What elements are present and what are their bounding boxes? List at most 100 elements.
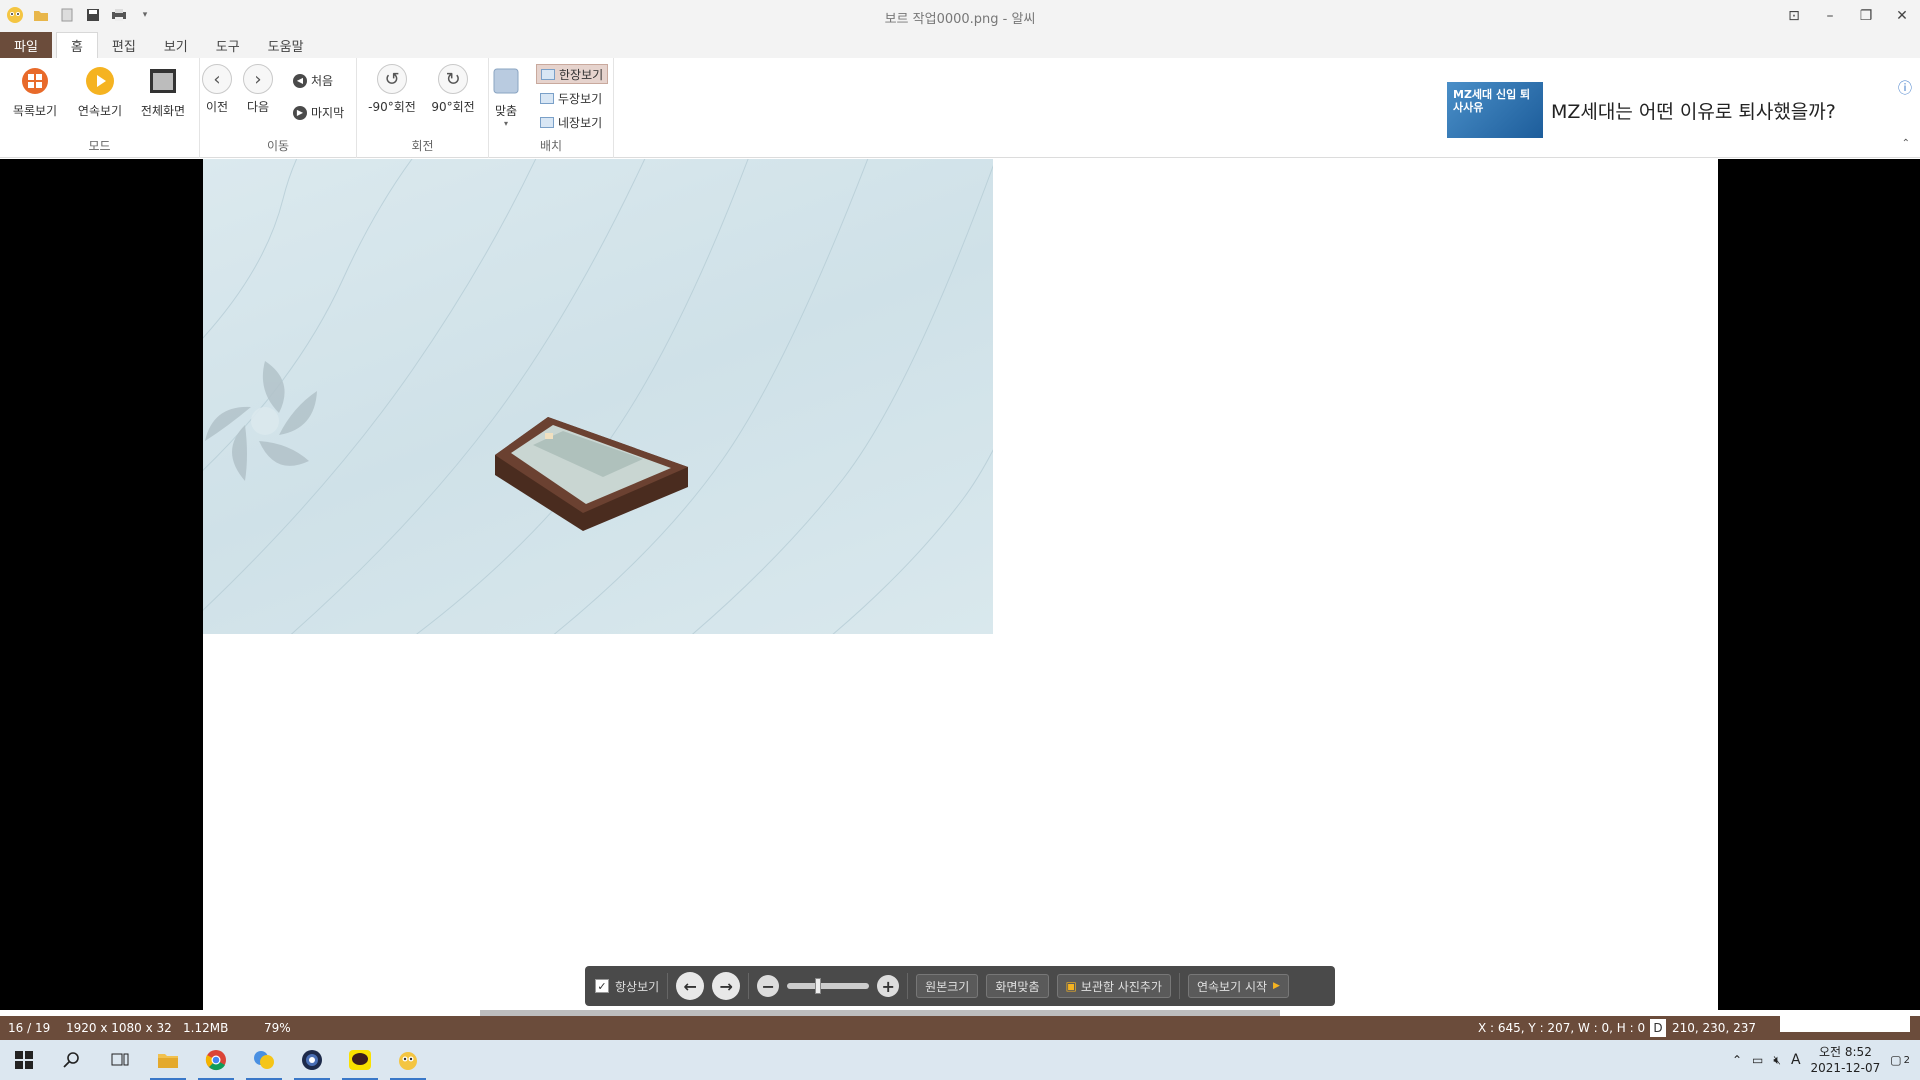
group-move: ‹ 이전 › 다음 ◀ 처음 ▶ 마지막 이동 <box>200 58 357 158</box>
clock[interactable]: 오전 8:52 2021-12-07 <box>1811 1044 1881 1076</box>
tab-home[interactable]: 홈 <box>55 32 98 58</box>
single-view-icon <box>541 68 555 80</box>
layout-two-button[interactable]: 두장보기 <box>536 88 608 108</box>
layout-one-button[interactable]: 한장보기 <box>536 64 608 84</box>
start-button[interactable] <box>0 1040 48 1080</box>
first-button[interactable]: ◀ 처음 <box>293 72 333 89</box>
list-view-icon <box>18 64 52 98</box>
floating-toolbar: ✓ 항상보기 ← → − + 원본크기 화면맞춤 ▣ 보관함 사진추가 연속보기… <box>585 966 1335 1006</box>
zoom-slider-thumb[interactable] <box>815 978 822 994</box>
chat-bubbles-icon <box>254 1051 274 1069</box>
folder-icon <box>158 1054 178 1068</box>
close-button[interactable]: ✕ <box>1884 0 1920 32</box>
taskbar-chrome[interactable] <box>192 1040 240 1080</box>
task-view-button[interactable] <box>96 1040 144 1080</box>
color-badge: D <box>1650 1019 1666 1037</box>
ad-image: MZ세대 신입 퇴사사유 <box>1447 82 1543 138</box>
chevron-left-icon: ‹ <box>202 64 232 94</box>
rotate-right-icon: ↻ <box>438 64 468 94</box>
first-icon: ◀ <box>293 73 307 88</box>
fit-screen-button[interactable]: 화면맞춤 <box>986 974 1049 998</box>
add-photo-icon: ▣ <box>1065 979 1077 993</box>
checkmark-icon: ✓ <box>595 979 609 993</box>
taskbar-kakaotalk[interactable] <box>336 1040 384 1080</box>
network-icon[interactable]: ▭ <box>1752 1053 1763 1067</box>
always-show-checkbox[interactable]: ✓ 항상보기 <box>595 978 659 995</box>
search-button[interactable] <box>48 1040 96 1080</box>
next-button[interactable]: › 다음 <box>233 64 283 115</box>
search-icon <box>63 1052 79 1068</box>
next-arrow-button[interactable]: → <box>712 972 741 1000</box>
chevron-right-icon: › <box>243 64 273 94</box>
kakaotalk-icon <box>349 1050 371 1070</box>
double-view-icon <box>540 92 554 104</box>
play-icon <box>83 64 117 98</box>
group-label-layout: 배치 <box>539 139 563 153</box>
prev-arrow-button[interactable]: ← <box>676 972 705 1000</box>
window-controls: ⊡ – ❐ ✕ <box>1776 0 1920 32</box>
collapse-ribbon-icon[interactable]: ⌃ <box>1902 138 1910 149</box>
group-rotate: ↺ -90°회전 ↻ 90°회전 회전 <box>357 58 489 158</box>
window-title: 보르 작업0000.png - 알씨 <box>884 12 1036 27</box>
file-size: 1.12MB <box>183 1021 229 1035</box>
chevron-up-icon[interactable]: ⌃ <box>1732 1053 1742 1067</box>
ribbon-display-icon[interactable]: ⊡ <box>1776 0 1812 32</box>
volume-muted-icon[interactable]: 🔇︎ <box>1773 1053 1781 1068</box>
group-label-mode: 모드 <box>88 139 111 153</box>
notification-icon: ▢ <box>1890 1053 1902 1067</box>
displayed-image <box>203 159 993 634</box>
quad-view-icon <box>540 116 554 128</box>
fullscreen-icon <box>146 64 180 98</box>
taskbar-cinema4d[interactable] <box>288 1040 336 1080</box>
cinema4d-icon <box>302 1050 322 1070</box>
image-dimensions: 1920 x 1080 x 32 <box>66 1021 172 1035</box>
slideshow-start-button[interactable]: 연속보기 시작 ▶ <box>1187 974 1289 998</box>
taskbar-alsee[interactable] <box>384 1040 432 1080</box>
pixel-color: 210, 230, 237 <box>1672 1021 1756 1035</box>
chrome-icon <box>205 1050 226 1071</box>
color-swatch <box>1780 1016 1910 1032</box>
zoom-slider[interactable] <box>787 978 870 994</box>
layout-four-button[interactable]: 네장보기 <box>536 112 608 132</box>
rotate-left-icon: ↺ <box>377 64 407 94</box>
tab-view[interactable]: 보기 <box>150 32 202 58</box>
rotate-ccw-button[interactable]: ↺ -90°회전 <box>362 64 422 115</box>
ribbon-tabs: 파일 홈 편집 보기 도구 도움말 <box>0 32 1920 58</box>
group-label-rotate: 회전 <box>411 139 434 153</box>
tab-tools[interactable]: 도구 <box>202 32 254 58</box>
notification-center[interactable]: ▢ 2 <box>1890 1053 1910 1067</box>
minimize-button[interactable]: – <box>1812 0 1848 32</box>
group-mode: 목록보기 연속보기 전체화면 모드 <box>0 58 200 158</box>
tab-help[interactable]: 도움말 <box>254 32 318 58</box>
last-button[interactable]: ▶ 마지막 <box>293 104 344 121</box>
fit-icon <box>489 64 523 98</box>
restore-button[interactable]: ❐ <box>1848 0 1884 32</box>
add-to-storage-button[interactable]: ▣ 보관함 사진추가 <box>1056 974 1171 998</box>
ad-headline: MZ세대는 어떤 이유로 퇴사했을까? <box>1551 100 1836 123</box>
taskbar-messenger[interactable] <box>240 1040 288 1080</box>
last-icon: ▶ <box>293 105 307 120</box>
cursor-coordinates: X : 645, Y : 207, W : 0, H : 0 <box>1478 1021 1646 1035</box>
task-view-icon <box>111 1053 129 1066</box>
original-size-button[interactable]: 원본크기 <box>916 974 979 998</box>
zoom-out-button[interactable]: − <box>757 975 780 997</box>
taskbar: ⌃ ▭ 🔇︎ A 오전 8:52 2021-12-07 ▢ 2 <box>0 1040 1920 1080</box>
tab-file[interactable]: 파일 <box>0 32 52 58</box>
list-view-button[interactable]: 목록보기 <box>5 64 65 119</box>
separator <box>907 973 909 999</box>
rotate-cw-button[interactable]: ↻ 90°회전 <box>423 64 483 115</box>
play-small-icon: ▶ <box>1273 981 1280 991</box>
info-icon[interactable]: ⓘ <box>1898 78 1912 98</box>
slideshow-button[interactable]: 연속보기 <box>70 64 130 119</box>
fit-dropdown-icon[interactable]: ▾ <box>504 119 508 128</box>
zoom-in-button[interactable]: + <box>877 975 900 997</box>
ribbon: 목록보기 연속보기 전체화면 모드 ‹ 이전 › 다음 ◀ 처음 ▶ 마지막 이… <box>0 58 1920 158</box>
fit-button[interactable]: 맞춤 ▾ <box>481 64 531 128</box>
taskbar-file-explorer[interactable] <box>144 1040 192 1080</box>
title-bar: ▾ 보르 작업0000.png - 알씨 ⊡ – ❐ ✕ <box>0 0 1920 32</box>
image-index: 16 / 19 <box>8 1021 51 1035</box>
ad-banner[interactable]: MZ세대 신입 퇴사사유 MZ세대는 어떤 이유로 퇴사했을까? <box>1447 82 1836 138</box>
tab-edit[interactable]: 편집 <box>98 32 150 58</box>
ime-indicator[interactable]: A <box>1791 1052 1801 1068</box>
fullscreen-button[interactable]: 전체화면 <box>133 64 193 119</box>
